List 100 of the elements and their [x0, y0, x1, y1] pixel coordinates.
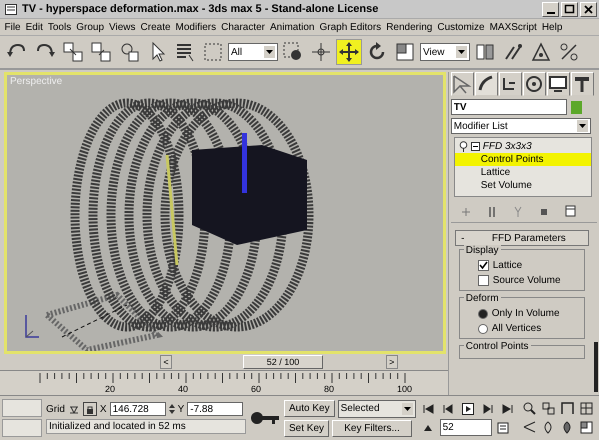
menu-item[interactable]: Character — [218, 22, 268, 32]
stack-subitem[interactable]: Lattice — [454, 166, 591, 179]
coordinate-label: X — [100, 404, 107, 414]
padlock-icon — [86, 404, 94, 414]
minimize-icon — [546, 12, 554, 14]
option-label: All Vertices — [492, 323, 542, 334]
time-slider-thumb[interactable]: 52 / 100 — [243, 355, 324, 369]
zoom-icon — [522, 401, 537, 416]
current-frame-field[interactable]: 52 — [440, 419, 492, 436]
modifier-list-dropdown[interactable]: Modifier List — [450, 118, 591, 134]
triangle-icon — [423, 424, 434, 432]
menu-item[interactable]: Create — [138, 22, 174, 32]
dropdown-arrow-icon — [578, 124, 586, 128]
menu-item[interactable]: Tools — [45, 22, 74, 32]
ruler-label: 60 — [251, 384, 262, 394]
stack-subitem[interactable]: Set Volume — [454, 179, 591, 192]
go-to-end-icon — [502, 402, 514, 414]
menu-item[interactable]: Rendering — [384, 22, 435, 32]
menu-item[interactable]: Group — [74, 22, 107, 32]
checkbox[interactable] — [478, 275, 489, 286]
menu-item[interactable]: Modifiers — [173, 22, 219, 32]
menu-item[interactable]: File — [2, 22, 24, 32]
app-icon — [5, 4, 17, 14]
listener-field[interactable] — [2, 399, 42, 417]
checkmark-icon — [478, 261, 488, 270]
collapse-icon[interactable] — [470, 142, 480, 151]
bulb-icon — [458, 141, 468, 152]
menu-item[interactable]: Graph Editors — [316, 22, 384, 32]
panel-tab[interactable] — [522, 72, 546, 96]
panel-tab[interactable] — [474, 72, 498, 96]
close-button[interactable] — [580, 2, 597, 16]
menu-item[interactable]: Customize — [434, 22, 488, 32]
maximize-button[interactable] — [561, 2, 578, 16]
previous-frame-icon — [442, 402, 454, 414]
window-title: TV - hyperspace deformation.max - 3ds max 5 - Stand-alone License — [22, 3, 380, 15]
object-name-field[interactable]: TV — [450, 99, 567, 115]
crosshair-icon — [310, 41, 332, 63]
group-title: Display — [464, 245, 501, 256]
playback-button[interactable] — [460, 400, 477, 417]
panel-tab[interactable] — [546, 72, 570, 96]
menu-item[interactable]: Edit — [23, 22, 46, 32]
panel-icon — [564, 204, 576, 218]
maximize-icon — [563, 3, 576, 15]
previous-frame-button[interactable]: < — [160, 355, 172, 369]
color-swatch[interactable] — [570, 100, 582, 114]
stack-item[interactable]: FFD 3x3x3 — [454, 140, 591, 153]
key-icon[interactable] — [250, 410, 280, 426]
go-to-start-icon — [422, 402, 434, 414]
move-icon — [338, 41, 360, 63]
ruler-label: 20 — [105, 384, 116, 394]
option-label: Only In Volume — [492, 308, 560, 319]
dropdown-arrow-icon — [458, 50, 465, 54]
filter-dropdown[interactable]: View — [420, 43, 470, 61]
coordinate-label: Y — [178, 404, 184, 414]
group-title: Control Points — [464, 341, 531, 352]
selection-lock-button[interactable] — [82, 402, 97, 416]
panel-scrollbar[interactable] — [594, 342, 598, 392]
menu-item[interactable]: Help — [539, 22, 565, 32]
region-icon — [202, 41, 224, 63]
option-label: Lattice — [492, 260, 522, 271]
option-label: Source Volume — [492, 275, 561, 286]
minimize-button[interactable] — [542, 2, 559, 16]
triangle-icon — [530, 41, 552, 63]
menu-item[interactable]: MAXScript — [487, 22, 540, 32]
percent-icon — [558, 41, 580, 63]
play-icon — [462, 402, 474, 414]
set-key-button[interactable]: Set Key — [284, 420, 330, 436]
spinner-icon[interactable] — [168, 403, 175, 415]
listener-field[interactable] — [2, 419, 42, 437]
pointer-icon — [452, 74, 472, 94]
selection-label: Grid — [46, 404, 65, 414]
monitor-icon — [548, 74, 568, 94]
ruler-label: 100 — [397, 384, 414, 394]
viewport-navigation-button[interactable] — [520, 400, 538, 417]
panel-tab[interactable] — [570, 72, 594, 96]
auto-key-button[interactable]: Auto Key — [284, 400, 335, 417]
toolbar-button[interactable] — [336, 39, 362, 65]
radio-button[interactable] — [478, 308, 488, 318]
ruler-label: 80 — [324, 384, 336, 394]
group-title: Deform — [464, 293, 501, 304]
radio-button[interactable] — [478, 324, 488, 334]
checkbox[interactable] — [478, 260, 489, 271]
panel-tab[interactable] — [498, 72, 522, 96]
filter-dropdown[interactable]: All — [228, 43, 278, 61]
panel-tab[interactable] — [450, 72, 474, 96]
next-frame-button[interactable]: > — [386, 355, 398, 369]
dashed-box-icon — [282, 41, 304, 63]
menu-item[interactable]: Views — [106, 22, 138, 32]
stack-subitem[interactable]: Control Points — [454, 153, 591, 166]
ruler-label: 40 — [178, 384, 190, 394]
menu-item[interactable]: Animation — [268, 22, 317, 32]
x-coordinate-field[interactable]: 146.728 — [110, 402, 166, 416]
y-coordinate-field[interactable]: -7.88 — [187, 402, 244, 416]
key-mode-dropdown[interactable]: Selected — [338, 400, 416, 418]
dropdown-arrow-icon — [404, 406, 411, 410]
fork-icon — [512, 204, 524, 218]
close-icon — [582, 3, 595, 15]
dropdown-arrow-icon — [266, 50, 273, 54]
rollout-header[interactable]: - FFD Parameters — [454, 230, 589, 246]
key-filters-button[interactable]: Key Filters... — [332, 420, 412, 436]
